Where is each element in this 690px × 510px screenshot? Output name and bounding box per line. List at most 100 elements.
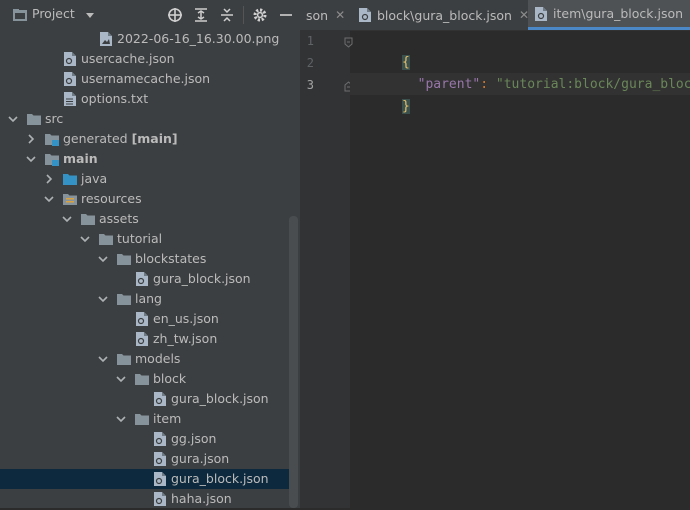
chevron-down-icon[interactable] bbox=[115, 373, 127, 385]
project-tree: 2022-06-16_16.30.00.png usercache.json use… bbox=[0, 28, 300, 508]
tab-item-gura-block[interactable]: item\gura_block.json ✕ bbox=[528, 0, 690, 30]
tree-item[interactable]: assets bbox=[0, 209, 290, 229]
tree-item[interactable]: en_us.json bbox=[0, 309, 290, 329]
tree-item-text: gura_block.json bbox=[153, 271, 251, 286]
editor-area: son ✕ block\gura_block.json ✕ item\gura_… bbox=[300, 0, 690, 508]
tree-item-text: block bbox=[153, 371, 187, 386]
module-folder-icon bbox=[44, 131, 60, 147]
tree-item-label: zh_tw.json bbox=[153, 331, 217, 346]
json-key: "parent" bbox=[417, 77, 481, 92]
tree-item[interactable]: gura_block.json bbox=[0, 469, 290, 489]
tree-item-text: gura_block.json bbox=[171, 471, 269, 486]
tree-item[interactable]: block bbox=[0, 369, 290, 389]
tree-item-text: resources bbox=[81, 191, 142, 206]
tree-item-label: options.txt bbox=[81, 91, 148, 106]
tree-item-text: usernamecache.json bbox=[81, 71, 211, 86]
tree-item-label: tutorial bbox=[117, 231, 162, 246]
tree-item[interactable]: 2022-06-16_16.30.00.png bbox=[0, 29, 290, 49]
locate-file-icon[interactable] bbox=[167, 7, 183, 23]
chevron-down-icon[interactable] bbox=[97, 293, 109, 305]
line-number-gutter: 1 2 3 bbox=[300, 30, 353, 508]
tree-item-text: blockstates bbox=[135, 251, 207, 266]
json-file-icon bbox=[152, 451, 168, 467]
tree-item[interactable]: haha.json bbox=[0, 489, 290, 509]
tree-item[interactable]: tutorial bbox=[0, 229, 290, 249]
tree-item[interactable]: resources bbox=[0, 189, 290, 209]
tree-item[interactable]: lang bbox=[0, 289, 290, 309]
tree-item[interactable]: gura_block.json bbox=[0, 389, 290, 409]
project-view-selector[interactable]: Project bbox=[32, 6, 75, 21]
tree-item-label: main bbox=[63, 151, 98, 166]
code-line: } bbox=[355, 74, 410, 114]
json-file-icon bbox=[62, 71, 78, 87]
json-file-icon bbox=[134, 331, 150, 347]
tree-item-label: gura_block.json bbox=[153, 271, 251, 286]
collapse-all-icon[interactable] bbox=[219, 7, 235, 23]
tree-item-text: src bbox=[45, 111, 64, 126]
tab-block-gura-block[interactable]: block\gura_block.json ✕ bbox=[354, 0, 529, 30]
close-brace: } bbox=[401, 99, 410, 114]
line-number: 3 bbox=[306, 78, 314, 92]
tab-partial[interactable]: son ✕ bbox=[300, 0, 350, 30]
chevron-down-icon[interactable] bbox=[84, 9, 96, 21]
json-file-icon bbox=[152, 471, 168, 487]
tree-item[interactable]: main bbox=[0, 149, 290, 169]
tree-item[interactable]: gura.json bbox=[0, 449, 290, 469]
json-file-icon bbox=[534, 6, 548, 22]
gear-icon[interactable] bbox=[252, 7, 268, 23]
json-file-icon bbox=[152, 491, 168, 507]
folder-icon bbox=[134, 371, 150, 387]
tree-item[interactable]: item bbox=[0, 409, 290, 429]
tree-item[interactable]: generated [main] bbox=[0, 129, 290, 149]
fold-marker-icon[interactable] bbox=[344, 36, 353, 48]
tree-item[interactable]: usernamecache.json bbox=[0, 69, 290, 89]
tree-item-text: tutorial bbox=[117, 231, 163, 246]
tree-item-text: 2022-06-16_16.30.00.png bbox=[117, 31, 280, 46]
chevron-down-icon[interactable] bbox=[61, 213, 73, 225]
tree-item[interactable]: src bbox=[0, 109, 290, 129]
json-file-icon bbox=[62, 51, 78, 67]
tree-item-label: resources bbox=[81, 191, 142, 206]
chevron-right-icon[interactable] bbox=[43, 173, 55, 185]
tree-item[interactable]: gura_block.json bbox=[0, 269, 290, 289]
tree-item-label: assets bbox=[99, 211, 139, 226]
tree-item-label: blockstates bbox=[135, 251, 206, 266]
line-number: 1 bbox=[306, 34, 314, 48]
module-folder-icon bbox=[44, 151, 60, 167]
tree-item[interactable]: java bbox=[0, 169, 290, 189]
tree-item[interactable]: usercache.json bbox=[0, 49, 290, 69]
tree-item[interactable]: options.txt bbox=[0, 89, 290, 109]
folder-icon bbox=[134, 411, 150, 427]
chevron-down-icon[interactable] bbox=[79, 233, 91, 245]
tree-item-text: gura.json bbox=[171, 451, 230, 466]
expand-all-icon[interactable] bbox=[193, 7, 209, 23]
tree-item-label: gura_block.json bbox=[171, 391, 269, 406]
text-file-icon bbox=[62, 91, 78, 107]
tree-item[interactable]: zh_tw.json bbox=[0, 329, 290, 349]
chevron-down-icon[interactable] bbox=[97, 353, 109, 365]
tree-item-text: gg.json bbox=[171, 431, 217, 446]
tree-item-label: en_us.json bbox=[153, 311, 219, 326]
chevron-down-icon[interactable] bbox=[97, 253, 109, 265]
tree-item-text: zh_tw.json bbox=[153, 331, 218, 346]
chevron-down-icon[interactable] bbox=[25, 153, 37, 165]
close-icon[interactable]: ✕ bbox=[335, 8, 345, 22]
tree-item-label: 2022-06-16_16.30.00.png bbox=[117, 31, 279, 46]
line-number: 2 bbox=[306, 56, 314, 70]
tree-item-text: item bbox=[153, 411, 182, 426]
chevron-down-icon[interactable] bbox=[43, 193, 55, 205]
chevron-down-icon[interactable] bbox=[7, 113, 19, 125]
tree-item-text: java bbox=[81, 171, 108, 186]
tree-item[interactable]: gg.json bbox=[0, 429, 290, 449]
chevron-down-icon[interactable] bbox=[115, 413, 127, 425]
hide-panel-icon[interactable] bbox=[278, 7, 294, 23]
tree-scrollbar[interactable] bbox=[289, 216, 298, 508]
tree-item-label: lang bbox=[135, 291, 162, 306]
chevron-right-icon[interactable] bbox=[25, 133, 37, 145]
source-folder-icon bbox=[62, 171, 78, 187]
source-set-tag: [main] bbox=[131, 131, 178, 146]
code-line: { bbox=[355, 30, 410, 70]
tree-item[interactable]: blockstates bbox=[0, 249, 290, 269]
tree-item[interactable]: models bbox=[0, 349, 290, 369]
tree-item-text: assets bbox=[99, 211, 139, 226]
